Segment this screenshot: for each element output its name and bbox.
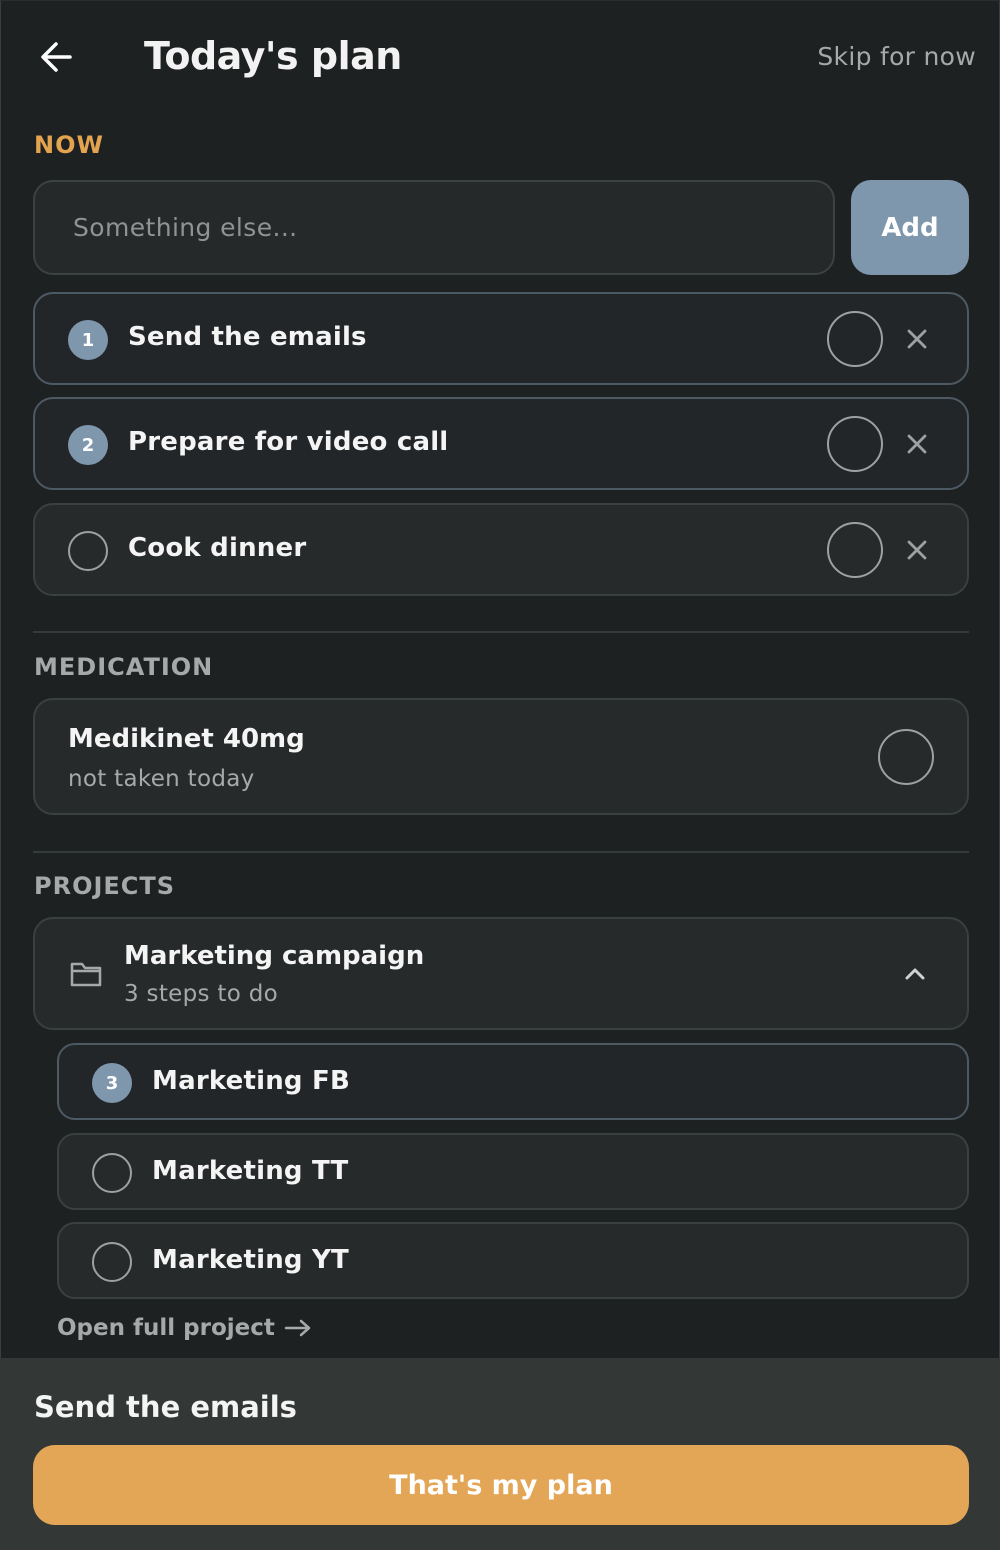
skip-for-now-link[interactable]: Skip for now <box>817 42 976 71</box>
back-arrow-icon[interactable] <box>36 36 78 78</box>
task-item[interactable]: 2 Prepare for video call <box>33 397 969 490</box>
complete-checkbox[interactable] <box>827 311 883 367</box>
current-task-title: Send the emails <box>34 1390 297 1424</box>
rank-badge: 1 <box>68 320 108 360</box>
medication-taken-checkbox[interactable] <box>878 729 934 785</box>
page-title: Today's plan <box>144 34 402 78</box>
new-task-input-box[interactable] <box>33 180 835 275</box>
step-label: Marketing FB <box>152 1066 350 1096</box>
section-divider <box>33 631 969 633</box>
chevron-up-icon[interactable] <box>901 963 929 985</box>
task-label: Send the emails <box>128 322 367 352</box>
complete-checkbox[interactable] <box>827 416 883 472</box>
medication-name: Medikinet 40mg <box>68 724 305 754</box>
project-step-item[interactable]: Marketing TT <box>57 1133 969 1210</box>
add-button[interactable]: Add <box>851 180 969 275</box>
task-item[interactable]: Cook dinner <box>33 503 969 596</box>
open-full-project-link[interactable]: Open full project <box>57 1315 313 1341</box>
rank-select-circle[interactable] <box>92 1153 132 1193</box>
new-task-input[interactable] <box>73 213 833 242</box>
task-label: Cook dinner <box>128 533 307 563</box>
project-steps-count: 3 steps to do <box>124 981 278 1007</box>
rank-badge: 3 <box>92 1063 132 1103</box>
step-label: Marketing YT <box>152 1245 349 1275</box>
open-project-label: Open full project <box>57 1315 275 1341</box>
project-name: Marketing campaign <box>124 941 425 971</box>
task-label: Prepare for video call <box>128 427 449 457</box>
section-divider <box>33 851 969 853</box>
rank-select-circle[interactable] <box>92 1242 132 1282</box>
project-card[interactable]: Marketing campaign 3 steps to do <box>33 917 969 1030</box>
rank-badge: 2 <box>68 425 108 465</box>
thats-my-plan-button[interactable]: That's my plan <box>33 1445 969 1525</box>
complete-checkbox[interactable] <box>827 522 883 578</box>
close-icon[interactable] <box>903 430 931 458</box>
project-step-item[interactable]: 3 Marketing FB <box>57 1043 969 1120</box>
now-section-label: NOW <box>34 131 104 159</box>
close-icon[interactable] <box>903 536 931 564</box>
arrow-right-icon <box>284 1319 311 1337</box>
projects-section-label: PROJECTS <box>34 872 176 900</box>
medication-section-label: MEDICATION <box>34 653 214 681</box>
folder-icon <box>70 962 102 987</box>
task-item[interactable]: 1 Send the emails <box>33 292 969 385</box>
rank-select-circle[interactable] <box>68 531 108 571</box>
project-step-item[interactable]: Marketing YT <box>57 1222 969 1299</box>
close-icon[interactable] <box>903 325 931 353</box>
medication-status: not taken today <box>68 766 255 792</box>
footer-panel: Send the emails That's my plan <box>0 1358 1000 1550</box>
step-label: Marketing TT <box>152 1156 349 1186</box>
medication-card[interactable]: Medikinet 40mg not taken today <box>33 698 969 815</box>
